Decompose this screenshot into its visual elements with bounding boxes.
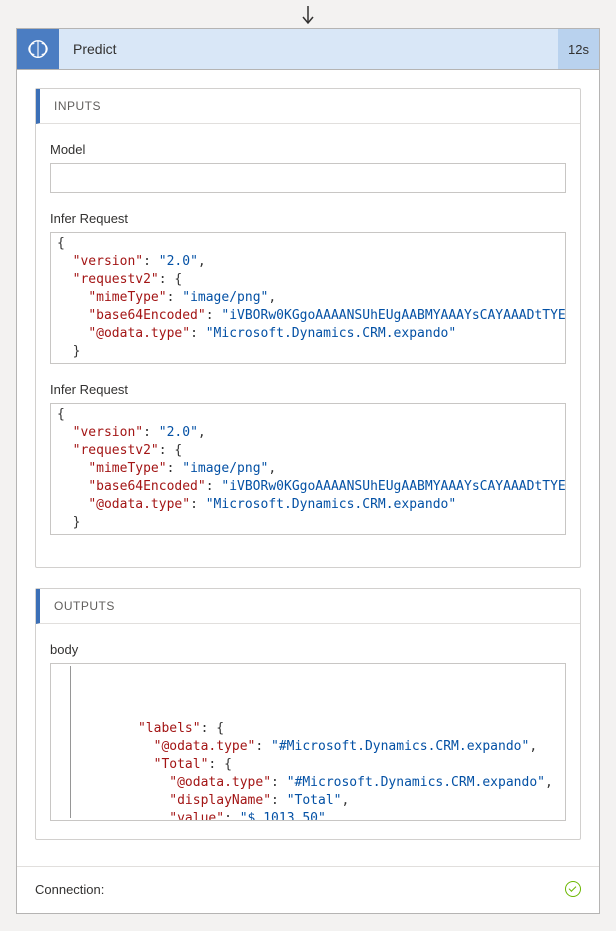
infer-request-label-1: Infer Request bbox=[50, 211, 566, 226]
body-code[interactable]: "labels": { "@odata.type": "#Microsoft.D… bbox=[50, 663, 566, 821]
outputs-section: OUTPUTS body "labels": { "@odata.type": … bbox=[35, 588, 581, 840]
flow-arrow-down bbox=[0, 0, 616, 28]
infer-request-code-1[interactable]: { "version": "2.0", "requestv2": { "mime… bbox=[50, 232, 566, 364]
model-input[interactable] bbox=[50, 163, 566, 193]
duration-badge: 12s bbox=[558, 29, 599, 69]
inputs-section: INPUTS Model Infer Request { "version": … bbox=[35, 88, 581, 568]
ai-builder-icon bbox=[17, 29, 59, 69]
brain-icon bbox=[27, 38, 49, 60]
outputs-section-header: OUTPUTS bbox=[36, 589, 580, 624]
checkmark-icon bbox=[565, 881, 581, 897]
body-label: body bbox=[50, 642, 566, 657]
code-gutter bbox=[53, 666, 71, 818]
inputs-section-header: INPUTS bbox=[36, 89, 580, 124]
connection-label: Connection: bbox=[35, 882, 104, 897]
infer-request-label-2: Infer Request bbox=[50, 382, 566, 397]
card-header[interactable]: Predict 12s bbox=[17, 29, 599, 70]
infer-request-code-2[interactable]: { "version": "2.0", "requestv2": { "mime… bbox=[50, 403, 566, 535]
card-title: Predict bbox=[59, 29, 558, 69]
card-footer: Connection: bbox=[17, 866, 599, 913]
arrow-down-icon bbox=[301, 6, 315, 26]
model-label: Model bbox=[50, 142, 566, 157]
predict-card: Predict 12s INPUTS Model Infer Request {… bbox=[16, 28, 600, 914]
